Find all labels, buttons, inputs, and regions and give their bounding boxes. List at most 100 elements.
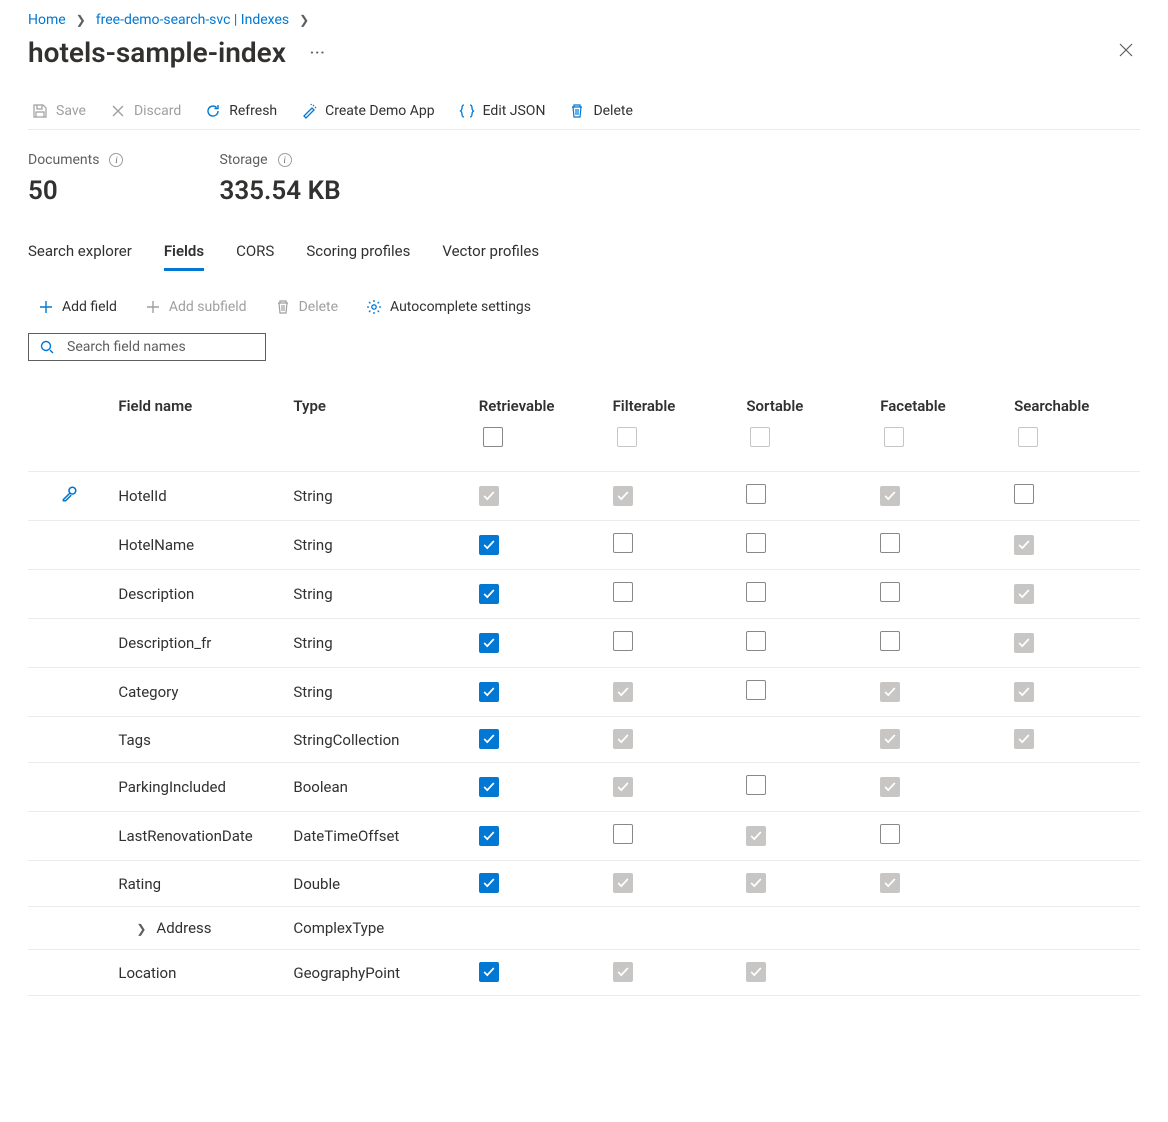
col-retrievable: Retrievable xyxy=(471,385,605,427)
stats-row: Documents i 50 Storage i 335.54 KB xyxy=(28,130,1140,234)
more-actions-button[interactable]: ··· xyxy=(304,41,332,65)
table-row[interactable]: Category String xyxy=(28,668,1140,717)
close-button[interactable] xyxy=(1112,36,1140,69)
discard-button: Discard xyxy=(110,103,181,119)
facetable-checkbox xyxy=(880,682,900,702)
tab-cors[interactable]: CORS xyxy=(236,234,274,271)
fields-table: Field name Type Retrievable Filterable S… xyxy=(28,385,1140,996)
table-row[interactable]: HotelName String xyxy=(28,521,1140,570)
col-facetable: Facetable xyxy=(872,385,1006,427)
documents-label: Documents xyxy=(28,152,99,168)
field-type: String xyxy=(285,619,470,668)
retrievable-checkbox xyxy=(479,486,499,506)
info-icon[interactable]: i xyxy=(109,153,123,167)
retrievable-checkbox[interactable] xyxy=(479,826,499,846)
table-row[interactable]: Description String xyxy=(28,570,1140,619)
searchable-checkbox xyxy=(1014,584,1034,604)
tabs: Search explorer Fields CORS Scoring prof… xyxy=(28,234,1140,271)
chevron-right-icon[interactable]: ❯ xyxy=(136,922,146,936)
fields-toolbar: Add field Add subfield Delete Autocomple… xyxy=(28,271,1140,333)
breadcrumb-service[interactable]: free-demo-search-svc | Indexes xyxy=(96,12,289,28)
table-row[interactable]: LastRenovationDate DateTimeOffset xyxy=(28,812,1140,861)
info-icon[interactable]: i xyxy=(278,153,292,167)
field-type: String xyxy=(285,668,470,717)
sortable-checkbox xyxy=(746,826,766,846)
delete-button[interactable]: Delete xyxy=(569,103,632,119)
breadcrumb-home[interactable]: Home xyxy=(28,12,66,28)
refresh-icon xyxy=(205,103,221,119)
sortable-checkbox[interactable] xyxy=(746,582,766,602)
table-row[interactable]: Tags StringCollection xyxy=(28,717,1140,763)
table-row[interactable]: Rating Double xyxy=(28,861,1140,907)
field-name: Description_fr xyxy=(118,634,211,652)
filterable-checkbox xyxy=(613,962,633,982)
field-name: Rating xyxy=(118,875,161,893)
autocomplete-settings-button[interactable]: Autocomplete settings xyxy=(366,299,531,315)
chevron-right-icon: ❯ xyxy=(76,13,86,27)
searchable-checkbox[interactable] xyxy=(1014,484,1034,504)
storage-value: 335.54 KB xyxy=(219,176,340,206)
field-name: Address xyxy=(156,919,211,937)
select-all-filterable xyxy=(617,427,637,447)
save-icon xyxy=(32,103,48,119)
facetable-checkbox[interactable] xyxy=(880,631,900,651)
filterable-checkbox[interactable] xyxy=(613,533,633,553)
retrievable-checkbox[interactable] xyxy=(479,682,499,702)
table-row[interactable]: ❯Address ComplexType xyxy=(28,907,1140,950)
tab-vector-profiles[interactable]: Vector profiles xyxy=(442,234,539,271)
edit-json-button[interactable]: Edit JSON xyxy=(459,103,546,119)
facetable-checkbox xyxy=(880,486,900,506)
sortable-checkbox[interactable] xyxy=(746,680,766,700)
filterable-checkbox[interactable] xyxy=(613,582,633,602)
add-subfield-button: Add subfield xyxy=(145,299,247,315)
retrievable-checkbox[interactable] xyxy=(479,873,499,893)
discard-icon xyxy=(110,103,126,119)
tab-fields[interactable]: Fields xyxy=(164,234,204,271)
search-field-names[interactable] xyxy=(28,333,266,361)
table-row[interactable]: HotelId String xyxy=(28,472,1140,521)
table-row[interactable]: Description_fr String xyxy=(28,619,1140,668)
search-input[interactable] xyxy=(65,338,255,356)
edit-json-label: Edit JSON xyxy=(483,103,546,119)
close-icon xyxy=(1118,42,1134,58)
add-field-button[interactable]: Add field xyxy=(38,299,117,315)
col-filterable: Filterable xyxy=(605,385,739,427)
facetable-checkbox xyxy=(880,873,900,893)
select-all-retrievable[interactable] xyxy=(483,427,503,447)
sortable-checkbox[interactable] xyxy=(746,484,766,504)
retrievable-checkbox[interactable] xyxy=(479,729,499,749)
command-bar: Save Discard Refresh Create Demo App Edi… xyxy=(28,93,1140,130)
field-name: ParkingIncluded xyxy=(118,778,226,796)
wand-icon xyxy=(301,103,317,119)
facetable-checkbox[interactable] xyxy=(880,533,900,553)
table-row[interactable]: Location GeographyPoint xyxy=(28,950,1140,996)
retrievable-checkbox[interactable] xyxy=(479,633,499,653)
create-demo-app-button[interactable]: Create Demo App xyxy=(301,103,434,119)
filterable-checkbox[interactable] xyxy=(613,824,633,844)
sortable-checkbox[interactable] xyxy=(746,631,766,651)
save-label: Save xyxy=(56,103,86,119)
retrievable-checkbox[interactable] xyxy=(479,535,499,555)
filterable-checkbox xyxy=(613,729,633,749)
filterable-checkbox[interactable] xyxy=(613,631,633,651)
facetable-checkbox[interactable] xyxy=(880,824,900,844)
retrievable-checkbox[interactable] xyxy=(479,777,499,797)
trash-icon xyxy=(275,299,291,315)
refresh-button[interactable]: Refresh xyxy=(205,103,277,119)
retrievable-checkbox[interactable] xyxy=(479,962,499,982)
delete-label: Delete xyxy=(593,103,632,119)
select-all-facetable xyxy=(884,427,904,447)
discard-label: Discard xyxy=(134,103,181,119)
sortable-checkbox[interactable] xyxy=(746,775,766,795)
table-row[interactable]: ParkingIncluded Boolean xyxy=(28,763,1140,812)
facetable-checkbox[interactable] xyxy=(880,582,900,602)
col-type: Type xyxy=(285,385,470,427)
sortable-checkbox xyxy=(746,962,766,982)
tab-search-explorer[interactable]: Search explorer xyxy=(28,234,132,271)
sortable-checkbox[interactable] xyxy=(746,533,766,553)
tab-scoring-profiles[interactable]: Scoring profiles xyxy=(306,234,410,271)
field-type: GeographyPoint xyxy=(285,950,470,996)
field-name: Description xyxy=(118,585,194,603)
delete-field-button: Delete xyxy=(275,299,338,315)
retrievable-checkbox[interactable] xyxy=(479,584,499,604)
